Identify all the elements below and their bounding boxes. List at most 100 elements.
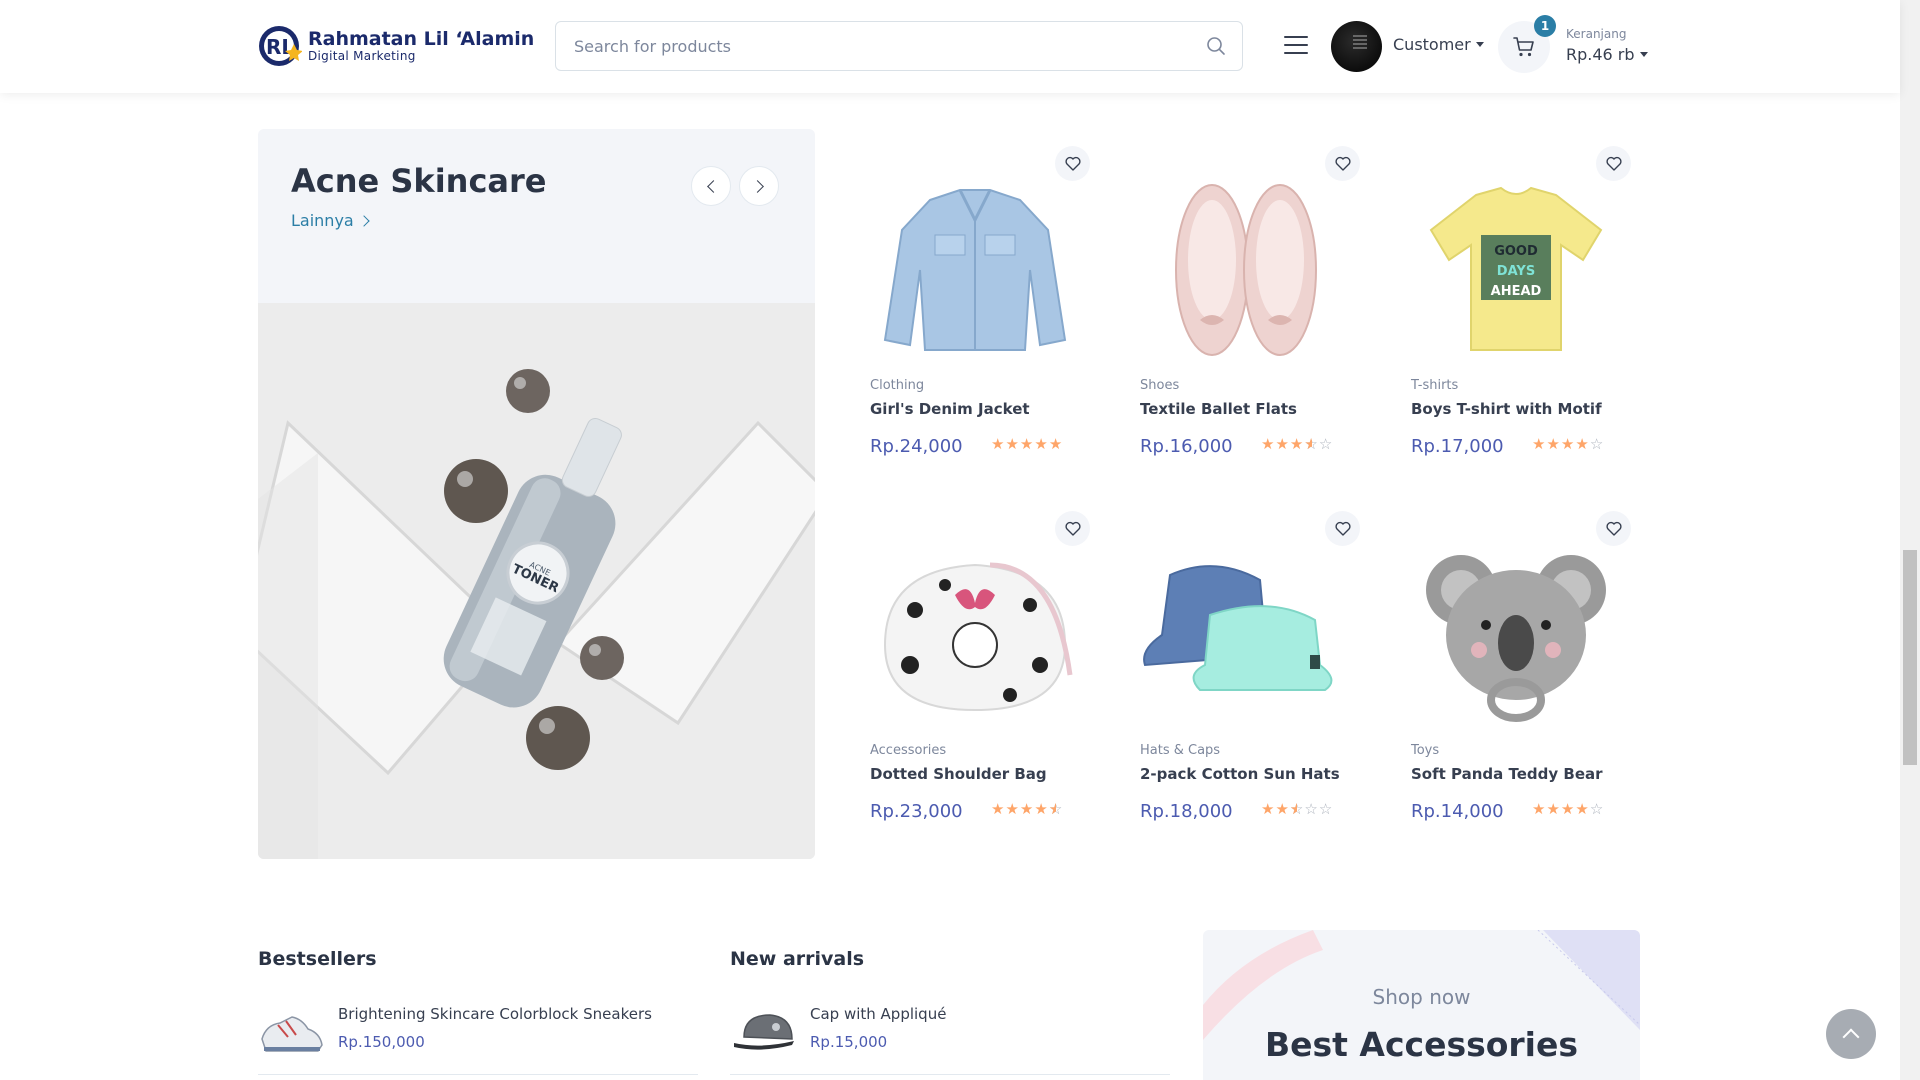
product-category[interactable]: Shoes: [1140, 378, 1179, 393]
product-card[interactable]: Hats & Caps 2-pack Cotton Sun Hats Rp.18…: [1140, 495, 1360, 855]
search-input[interactable]: [574, 22, 1174, 70]
star-half-icon: ☆★: [1289, 800, 1305, 818]
product-card[interactable]: Clothing Girl's Denim Jacket Rp.24,000 ★…: [870, 130, 1090, 490]
product-thumbnail: [261, 1016, 323, 1052]
star-empty-icon: ☆: [1318, 435, 1334, 453]
site-header: RL Rahmatan Lil ‘Alamin Digital Marketin…: [0, 0, 1900, 93]
chevron-left-icon: [707, 180, 720, 193]
product-price: Rp.17,000: [1411, 436, 1504, 457]
star-filled-icon: ★: [1532, 435, 1547, 453]
star-rating: ★★★★☆: [1532, 435, 1604, 453]
bestsellers-title: Bestsellers: [258, 948, 377, 970]
chevron-down-icon: [1639, 51, 1648, 57]
star-filled-icon: ★: [1275, 800, 1290, 818]
back-to-top-button[interactable]: [1826, 1009, 1876, 1059]
star-half-icon: ☆★: [1048, 800, 1064, 818]
product-name[interactable]: Dotted Shoulder Bag: [870, 765, 1047, 783]
new-arrivals-title: New arrivals: [730, 948, 865, 970]
product-image: GOOD DAYS AHEAD: [1429, 186, 1603, 351]
product-name[interactable]: Soft Panda Teddy Bear: [1411, 765, 1603, 783]
star-empty-icon: ☆: [1304, 800, 1319, 818]
product-category[interactable]: Hats & Caps: [1140, 743, 1220, 758]
list-item[interactable]: Brightening Skincare Colorblock Sneakers…: [258, 995, 698, 1075]
star-filled-icon: ★: [1575, 800, 1590, 818]
star-filled-icon: ★: [991, 435, 1006, 453]
list-item-price: Rp.15,000: [810, 1033, 888, 1051]
product-name[interactable]: 2-pack Cotton Sun Hats: [1140, 765, 1340, 783]
site-logo[interactable]: RL Rahmatan Lil ‘Alamin Digital Marketin…: [258, 24, 534, 68]
product-card[interactable]: Toys Soft Panda Teddy Bear Rp.14,000 ★★★…: [1411, 495, 1631, 855]
promo-banner[interactable]: Shop now Best Accessories: [1203, 930, 1640, 1080]
star-rating: ★★★★★: [991, 435, 1063, 453]
product-card[interactable]: GOOD DAYS AHEAD T-shirts Boys T-shirt wi…: [1411, 130, 1631, 490]
star-filled-icon: ★: [1575, 435, 1590, 453]
banner-subtitle: Shop now: [1372, 985, 1471, 1009]
svg-text:DAYS: DAYS: [1497, 264, 1535, 279]
product-category[interactable]: Accessories: [870, 743, 946, 758]
search-box: [555, 21, 1243, 71]
menu-icon[interactable]: [1283, 34, 1309, 56]
svg-text:AHEAD: AHEAD: [1491, 284, 1542, 299]
product-image: [883, 562, 1073, 712]
search-icon[interactable]: [1206, 36, 1226, 56]
product-category[interactable]: Clothing: [870, 378, 924, 393]
product-thumbnail: [734, 1014, 794, 1050]
chevron-up-icon: [1842, 1028, 1860, 1046]
list-item-name[interactable]: Cap with Appliqué: [810, 1005, 946, 1023]
star-filled-icon: ★: [1005, 800, 1020, 818]
star-filled-icon: ★: [1048, 435, 1064, 453]
product-name[interactable]: Girl's Denim Jacket: [870, 400, 1030, 418]
cart-icon: [1513, 37, 1534, 57]
promo-more-label: Lainnya: [291, 211, 354, 230]
product-name[interactable]: Boys T-shirt with Motif: [1411, 400, 1602, 418]
star-rating: ★★☆★☆☆: [1261, 800, 1333, 818]
star-filled-icon: ★: [1019, 435, 1035, 453]
product-card[interactable]: Accessories Dotted Shoulder Bag Rp.23,00…: [870, 495, 1090, 855]
product-image: [1143, 565, 1333, 691]
star-filled-icon: ★: [1546, 435, 1561, 453]
logo-mark-icon: RL: [259, 26, 302, 66]
product-category[interactable]: Toys: [1411, 743, 1439, 758]
page-scrollbar[interactable]: [1900, 0, 1920, 1080]
cart-total-dropdown[interactable]: Rp.46 rb: [1566, 45, 1648, 64]
product-price: Rp.14,000: [1411, 801, 1504, 822]
product-name[interactable]: Textile Ballet Flats: [1140, 400, 1297, 418]
star-rating: ★★★★☆: [1532, 800, 1604, 818]
cart-label: Keranjang: [1566, 27, 1627, 41]
product-price: Rp.24,000: [870, 436, 963, 457]
acne-toner-image: ACNE TONER: [258, 303, 815, 859]
star-filled-icon: ★: [1019, 800, 1035, 818]
product-image: [1426, 555, 1606, 722]
star-filled-icon: ★: [1034, 800, 1049, 818]
chevron-right-icon: [358, 215, 370, 227]
account-dropdown[interactable]: Customer: [1393, 35, 1484, 54]
promo-more-link[interactable]: Lainnya: [291, 211, 370, 230]
promo-title: Acne Skincare: [291, 162, 547, 200]
scrollbar-thumb[interactable]: [1903, 550, 1917, 765]
carousel-next-button[interactable]: [739, 166, 779, 206]
logo-subtitle: Digital Marketing: [308, 49, 416, 63]
star-rating: ★★★☆★☆: [1261, 435, 1333, 453]
account-label: Customer: [1393, 35, 1471, 54]
promo-image[interactable]: ACNE TONER: [258, 303, 815, 859]
product-price: Rp.16,000: [1140, 436, 1233, 457]
chevron-right-icon: [751, 180, 764, 193]
product-price: Rp.18,000: [1140, 801, 1233, 822]
star-filled-icon: ★: [991, 800, 1006, 818]
product-category[interactable]: T-shirts: [1411, 378, 1458, 393]
star-filled-icon: ★: [1005, 435, 1020, 453]
product-card[interactable]: Shoes Textile Ballet Flats Rp.16,000 ★★★…: [1140, 130, 1360, 490]
cart-count-badge: 1: [1534, 15, 1556, 37]
banner-title: Best Accessories: [1264, 1025, 1579, 1064]
star-empty-icon: ☆: [1589, 435, 1605, 453]
star-empty-icon: ☆: [1318, 800, 1334, 818]
list-item-price: Rp.150,000: [338, 1033, 425, 1051]
star-filled-icon: ★: [1289, 435, 1305, 453]
avatar[interactable]: [1331, 21, 1382, 72]
carousel-prev-button[interactable]: [691, 166, 731, 206]
star-filled-icon: ★: [1546, 800, 1561, 818]
list-item[interactable]: Cap with Appliqué Rp.15,000: [730, 995, 1170, 1075]
svg-text:GOOD: GOOD: [1494, 244, 1538, 259]
promo-block: Acne Skincare Lainnya ACNE TONER: [258, 129, 815, 859]
list-item-name[interactable]: Brightening Skincare Colorblock Sneakers: [338, 1005, 652, 1023]
